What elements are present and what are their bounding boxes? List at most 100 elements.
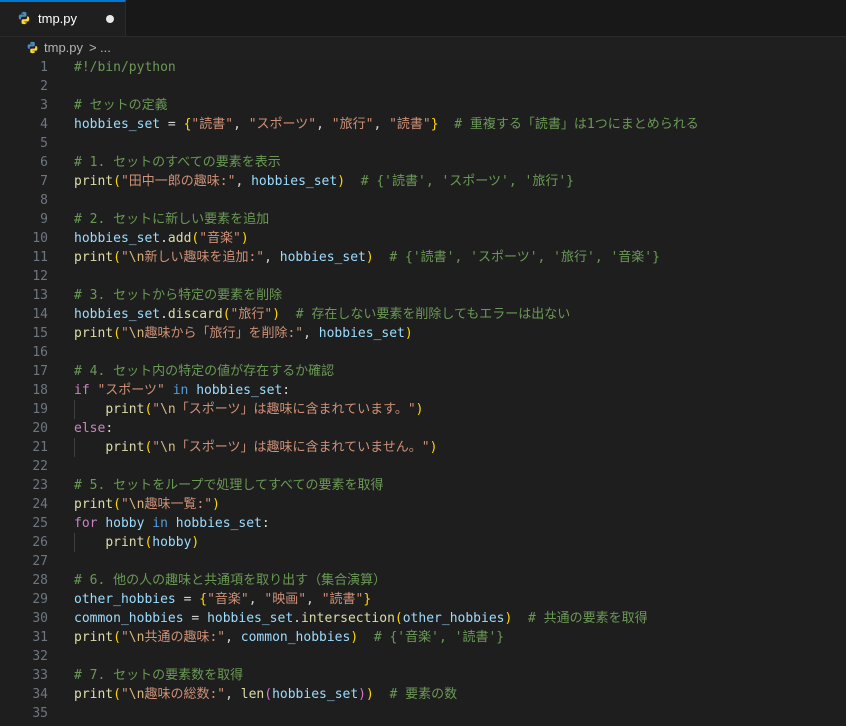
code-line[interactable]: 29 other_hobbies = {"音楽", "映画", "読書"} — [0, 590, 846, 609]
line-number: 24 — [32, 497, 48, 512]
code-line[interactable]: 12 — [0, 267, 846, 286]
code-line[interactable]: 6 # 1. セットのすべての要素を表示 — [0, 153, 846, 172]
code-line[interactable]: 31 print("\n共通の趣味:", common_hobbies) # {'… — [0, 628, 846, 647]
code-token: "読書" — [191, 117, 234, 132]
breadcrumb-symbols[interactable]: ... — [100, 40, 111, 55]
code-line[interactable]: 26 print(hobby) — [0, 533, 846, 552]
code-token: hobbies_set — [251, 174, 338, 189]
code-line[interactable]: 21 print("\n「スポーツ」は趣味に含まれていません。") — [0, 438, 846, 457]
code-line[interactable]: 19 print("\n「スポーツ」は趣味に含まれています。") — [0, 400, 846, 419]
line-code: # 6. 他の人の趣味と共通項を取り出す（集合演算） — [74, 571, 386, 590]
code-token: ( — [113, 687, 121, 702]
line-code: print("\n「スポーツ」は趣味に含まれています。") — [74, 400, 423, 419]
code-line[interactable]: 2 — [0, 77, 846, 96]
code-line[interactable]: 5 — [0, 134, 846, 153]
code-token: ) — [272, 307, 281, 322]
code-token: ( — [113, 326, 121, 341]
line-code: common_hobbies = hobbies_set.intersectio… — [74, 609, 648, 628]
line-number: 11 — [32, 250, 48, 265]
line-number: 26 — [32, 535, 48, 550]
code-token: = — [183, 611, 208, 626]
code-token: = — [175, 592, 200, 607]
code-token: ) — [358, 687, 366, 702]
code-line[interactable]: 18 if "スポーツ" in hobbies_set: — [0, 381, 846, 400]
code-line[interactable]: 28 # 6. 他の人の趣味と共通項を取り出す（集合演算） — [0, 571, 846, 590]
editor-window: tmp.py tmp.py > ... 1 #!/bin/python 2 3 # セッ… — [0, 0, 846, 726]
unsaved-dot-icon[interactable] — [106, 15, 114, 23]
line-number: 25 — [32, 516, 48, 531]
code-line[interactable]: 14 hobbies_set.discard("旅行") # 存在しない要素を削除… — [0, 305, 846, 324]
code-line[interactable]: 8 — [0, 191, 846, 210]
line-number: 23 — [32, 478, 48, 493]
code-line[interactable]: 30 common_hobbies = hobbies_set.intersect… — [0, 609, 846, 628]
line-number: 21 — [32, 440, 48, 455]
code-token: " — [120, 250, 129, 265]
code-line[interactable]: 9 # 2. セットに新しい要素を追加 — [0, 210, 846, 229]
code-line[interactable]: 3 # セットの定義 — [0, 96, 846, 115]
code-line[interactable]: 25 for hobby in hobbies_set: — [0, 514, 846, 533]
code-line[interactable]: 17 # 4. セット内の特定の値が存在するか確認 — [0, 362, 846, 381]
code-token: , — [373, 117, 390, 132]
code-line[interactable]: 16 — [0, 343, 846, 362]
code-line[interactable]: 27 — [0, 552, 846, 571]
code-line[interactable]: 32 — [0, 647, 846, 666]
code-line[interactable]: 10 hobbies_set.add("音楽") — [0, 229, 846, 248]
code-token: " — [120, 687, 129, 702]
code-line[interactable]: 1 #!/bin/python — [0, 58, 846, 77]
code-token: " — [120, 497, 129, 512]
code-token: else — [74, 421, 106, 436]
code-token: print — [74, 174, 114, 189]
code-line[interactable]: 13 # 3. セットから特定の要素を削除 — [0, 286, 846, 305]
line-code: hobbies_set.discard("旅行") # 存在しない要素を削除して… — [74, 305, 570, 324]
code-line[interactable]: 24 print("\n趣味一覧:") — [0, 495, 846, 514]
breadcrumb-file[interactable]: tmp.py — [44, 40, 83, 55]
code-line[interactable]: 20 else: — [0, 419, 846, 438]
line-code: #!/bin/python — [74, 58, 176, 77]
code-token: # セットの定義 — [74, 98, 168, 113]
code-token: common_hobbies — [240, 630, 351, 645]
line-code: hobbies_set = {"読書", "スポーツ", "旅行", "読書"}… — [74, 115, 699, 134]
code-line[interactable]: 4 hobbies_set = {"読書", "スポーツ", "旅行", "読書"… — [0, 115, 846, 134]
code-line[interactable]: 11 print("\n新しい趣味を追加:", hobbies_set) # {'… — [0, 248, 846, 267]
code-token: hobbies_set — [175, 516, 262, 531]
code-line[interactable]: 22 — [0, 457, 846, 476]
code-token: 趣味一覧:" — [144, 497, 213, 512]
line-number: 10 — [32, 231, 48, 246]
line-number: 19 — [32, 402, 48, 417]
line-code: # 2. セットに新しい要素を追加 — [74, 210, 269, 229]
code-line[interactable]: 34 print("\n趣味の総数:", len(hobbies_set)) # … — [0, 685, 846, 704]
code-token: in — [172, 383, 189, 398]
code-token: len — [240, 687, 265, 702]
code-line[interactable]: 23 # 5. セットをループで処理してすべての要素を取得 — [0, 476, 846, 495]
line-number: 22 — [32, 459, 48, 474]
code-line[interactable]: 35 — [0, 704, 846, 723]
line-number: 5 — [40, 136, 48, 151]
code-token: "旅行" — [331, 117, 374, 132]
line-code: for hobby in hobbies_set: — [74, 514, 270, 533]
line-number: 32 — [32, 649, 48, 664]
code-line[interactable]: 7 print("田中一郎の趣味:", hobbies_set) # {'読書',… — [0, 172, 846, 191]
code-token: = — [160, 117, 184, 132]
code-token: "音楽" — [207, 592, 249, 607]
code-token: : — [105, 421, 114, 436]
code-line[interactable]: 33 # 7. セットの要素数を取得 — [0, 666, 846, 685]
line-code: print("\n趣味の総数:", len(hobbies_set)) # 要素… — [74, 685, 457, 704]
code-token: # 3. セットから特定の要素を削除 — [74, 288, 283, 303]
code-token: # 存在しない要素を削除してもエラーは出ない — [295, 307, 571, 322]
line-number: 18 — [32, 383, 48, 398]
code-token: , — [306, 592, 322, 607]
code-token: # 5. セットをループで処理してすべての要素を取得 — [74, 478, 384, 493]
line-number: 4 — [40, 117, 48, 132]
line-code: # 5. セットをループで処理してすべての要素を取得 — [74, 476, 384, 495]
code-token: # {'音楽', '読書'} — [373, 630, 505, 645]
code-token: , — [316, 117, 332, 132]
code-editor[interactable]: 1 #!/bin/python 2 3 # セットの定義 4 hobbies_set = {… — [0, 58, 846, 726]
tab-tmp-py[interactable]: tmp.py — [0, 0, 126, 36]
code-line[interactable]: 15 print("\n趣味から「旅行」を削除:", hobbies_set) — [0, 324, 846, 343]
code-token: # 2. セットに新しい要素を追加 — [74, 212, 270, 227]
code-token: hobbies_set — [207, 611, 294, 626]
code-token: 共通の趣味:" — [144, 630, 226, 645]
code-token: discard — [167, 307, 223, 322]
line-code: # 4. セット内の特定の値が存在するか確認 — [74, 362, 334, 381]
